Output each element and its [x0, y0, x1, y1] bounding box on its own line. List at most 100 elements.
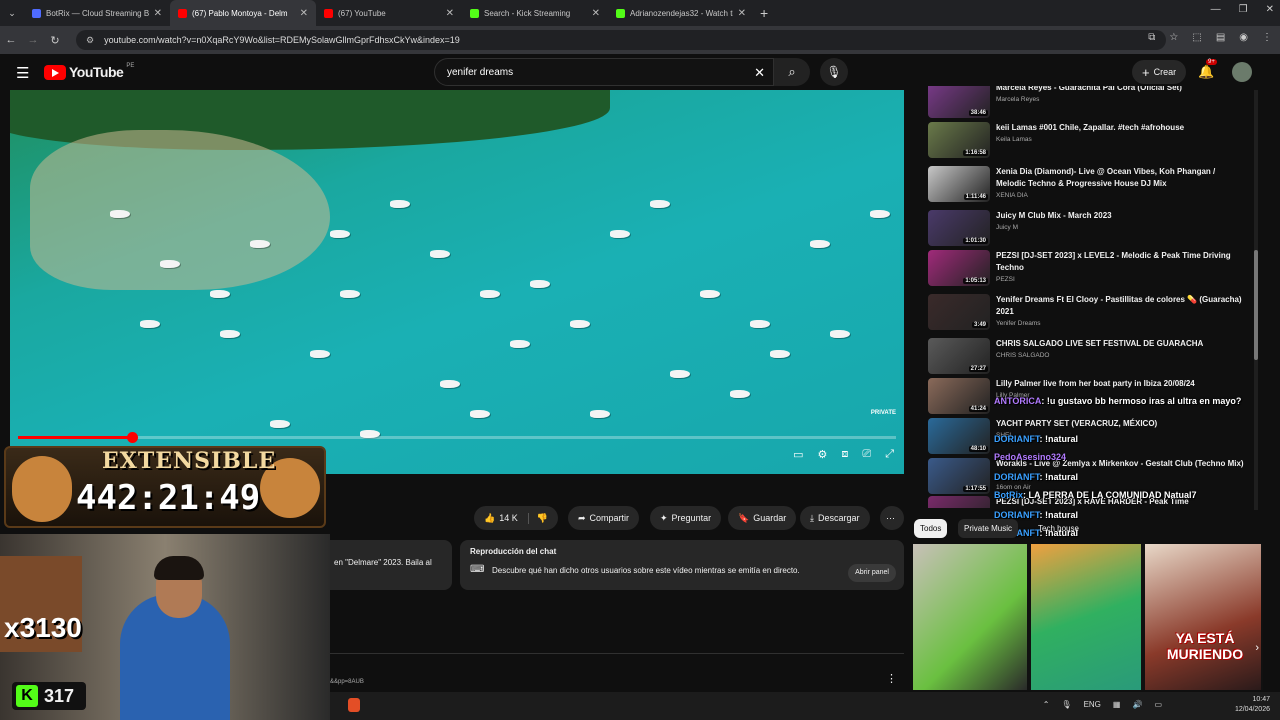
chevron-up-icon[interactable]: ⌃ [1043, 700, 1050, 709]
url-bar[interactable]: ⚙ youtube.com/watch?v=n0XqaRcY9Wo&list=R… [76, 30, 1166, 50]
video-thumbnail: 1:01:30 [928, 210, 990, 246]
duration-badge: 1:17:55 [963, 486, 988, 492]
boat [270, 420, 290, 428]
network-icon[interactable]: ▦ [1113, 700, 1121, 709]
boat [530, 280, 550, 288]
close-window-button[interactable]: ✕ [1266, 4, 1274, 15]
extensions-icon[interactable]: ⬚ [1192, 32, 1201, 43]
tab-close-icon[interactable]: ✕ [300, 8, 308, 19]
duration-badge: 41:24 [968, 406, 988, 412]
playlist-item[interactable]: 1:11:46 Xenia Dia (Diamond)- Live @ Ocean… [928, 166, 1250, 206]
playlist-item[interactable]: 1:16:58 keii Lamas #001 Chile, Zapallar. … [928, 122, 1250, 162]
new-tab-button[interactable]: + [760, 5, 768, 21]
share-button[interactable]: ➦ Compartir [568, 506, 640, 530]
thumbs-down-icon[interactable]: 👎 [527, 512, 548, 524]
chip-todos[interactable]: Todos [914, 519, 948, 538]
like-button[interactable]: 👍 14 K 👎 [474, 506, 558, 530]
tab-favicon-icon [32, 8, 41, 18]
save-label: Guardar [753, 513, 787, 523]
browser-tab[interactable]: BotRix — Cloud Streaming Bot ✕ [24, 0, 170, 26]
more-actions-button[interactable]: ⋯ [880, 506, 904, 530]
forward-button[interactable]: → [22, 34, 44, 46]
search-button[interactable]: ⌕ [774, 58, 810, 86]
progress-bar[interactable] [18, 432, 896, 443]
video-player[interactable]: PRIVATE ▭ ⚙ ⧈ ⎚ ⤢ [10, 90, 904, 474]
video-title: Marcela Reyes - Guarachita Pal Cora (Ofi… [996, 86, 1182, 92]
playlist-item[interactable]: 38:46 Marcela Reyes - Guarachita Pal Cora… [928, 86, 1250, 122]
description-text: en "Delmare" 2023. Baila al [334, 558, 432, 567]
tab-title: (67) YouTube [338, 8, 386, 18]
video-thumbnail: 27:27 [928, 338, 990, 374]
channel-name: CHRIS SALGADO [996, 352, 1050, 359]
volume-icon[interactable]: 🔊 [1132, 700, 1142, 709]
profile-icon[interactable]: ◉ [1239, 32, 1248, 43]
clear-search-icon[interactable]: ✕ [754, 65, 765, 81]
minimize-button[interactable]: — [1211, 4, 1221, 15]
sidebar-icon[interactable]: ▤ [1216, 32, 1225, 43]
language-indicator[interactable]: ENG [1084, 700, 1101, 709]
search-input[interactable]: yenifer dreams ✕ [434, 58, 774, 86]
tab-list-button[interactable]: ⌄ [0, 8, 24, 19]
cast-icon[interactable]: ⧉ [1148, 32, 1155, 43]
scrollbar-thumb[interactable] [1254, 250, 1258, 360]
chat-text: : LA PERRA DE LA COMUNIDAD Natual7 [1023, 490, 1197, 500]
cast-icon[interactable]: ⎚ [862, 448, 871, 461]
boat [220, 330, 240, 338]
browser-tab[interactable]: Adrianozendejas32 - Watch the ✕ [608, 0, 754, 26]
bookmark-star-icon[interactable]: ☆ [1169, 32, 1178, 43]
settings-gear-icon[interactable]: ⚙ [818, 448, 828, 461]
clock[interactable]: 10:47 12/04/2026 [1235, 695, 1270, 715]
description-box[interactable]: en "Delmare" 2023. Baila al [330, 540, 452, 590]
tab-close-icon[interactable]: ✕ [592, 8, 600, 19]
chip-tech-house[interactable]: Tech house [1032, 519, 1085, 538]
back-button[interactable]: ← [0, 34, 22, 46]
playlist-item[interactable]: 1:05:13 PEZSI [DJ-SET 2023] x LEVEL2 - Me… [928, 250, 1250, 290]
voice-search-button[interactable]: 🎙 [820, 58, 848, 86]
tab-close-icon[interactable]: ✕ [154, 8, 162, 19]
playlist-scrollbar[interactable] [1254, 90, 1258, 510]
duration-badge: 38:46 [968, 110, 988, 116]
playlist-item[interactable]: 3:49 Yenifer Dreams Ft El Clooy - Pastill… [928, 294, 1250, 334]
tab-favicon-icon [470, 8, 479, 18]
create-button[interactable]: + Crear [1132, 60, 1187, 84]
chip-private-music[interactable]: Private Music [958, 519, 1019, 538]
boat [390, 200, 410, 208]
maximize-button[interactable]: ❐ [1239, 4, 1248, 15]
open-panel-button[interactable]: Abrir panel [848, 564, 896, 582]
comment-more-icon[interactable]: ⋮ [886, 672, 897, 685]
progress-scrubber[interactable] [127, 432, 139, 443]
battery-icon[interactable]: ▭ [1154, 700, 1162, 709]
next-arrow-icon[interactable]: › [1255, 642, 1259, 654]
browser-menu-icon[interactable]: ⋮ [1262, 32, 1272, 43]
playlist-item[interactable]: 1:01:30 Juicy M Club Mix - March 2023 Juic… [928, 210, 1250, 250]
fullscreen-icon[interactable]: ⤢ [885, 448, 894, 461]
reload-button[interactable]: ↻ [44, 34, 66, 47]
chat-text: : !natural [1039, 472, 1079, 482]
hamburger-menu-icon[interactable]: ☰ [16, 64, 29, 82]
ask-button[interactable]: ✦ Preguntar [650, 506, 722, 530]
tab-close-icon[interactable]: ✕ [446, 8, 454, 19]
browser-tab[interactable]: (67) Pablo Montoya - Delm ✕ [170, 0, 316, 26]
microphone-icon[interactable]: 🎙 [1061, 700, 1071, 709]
site-info-icon[interactable]: ⚙ [86, 35, 94, 46]
boat [730, 390, 750, 398]
notifications-button[interactable]: 🔔 9+ [1198, 59, 1217, 80]
browser-tab[interactable]: Search - Kick Streaming ✕ [462, 0, 608, 26]
playlist-item[interactable]: 27:27 CHRIS SALGADO LIVE SET FESTIVAL DE … [928, 338, 1250, 378]
download-button[interactable]: ⤓ Descargar [800, 506, 870, 530]
download-label: Descargar [817, 513, 860, 523]
chat-message: DORIANFT: !natural [994, 434, 1078, 444]
tab-close-icon[interactable]: ✕ [738, 8, 746, 19]
extensible-label: EXTENSIBLE [102, 448, 277, 474]
brave-browser-icon[interactable] [348, 698, 360, 712]
windows-taskbar: ⌃ 🎙 ENG ▦ 🔊 ▭ 10:47 12/04/2026 [330, 692, 1280, 720]
miniplayer-icon[interactable]: ⧈ [841, 448, 848, 461]
microphone-icon: 🎙 [826, 65, 842, 79]
save-button[interactable]: 🔖 Guardar [728, 506, 797, 530]
browser-tab-strip: ⌄ BotRix — Cloud Streaming Bot ✕ (67) Pabl… [0, 0, 1280, 26]
subtitles-icon[interactable]: ▭ [793, 448, 803, 461]
youtube-logo[interactable]: YouTube PE [44, 63, 134, 80]
account-avatar[interactable] [1232, 62, 1252, 82]
chat-text: : !natural [1039, 434, 1079, 444]
browser-tab[interactable]: (67) YouTube ✕ [316, 0, 462, 26]
